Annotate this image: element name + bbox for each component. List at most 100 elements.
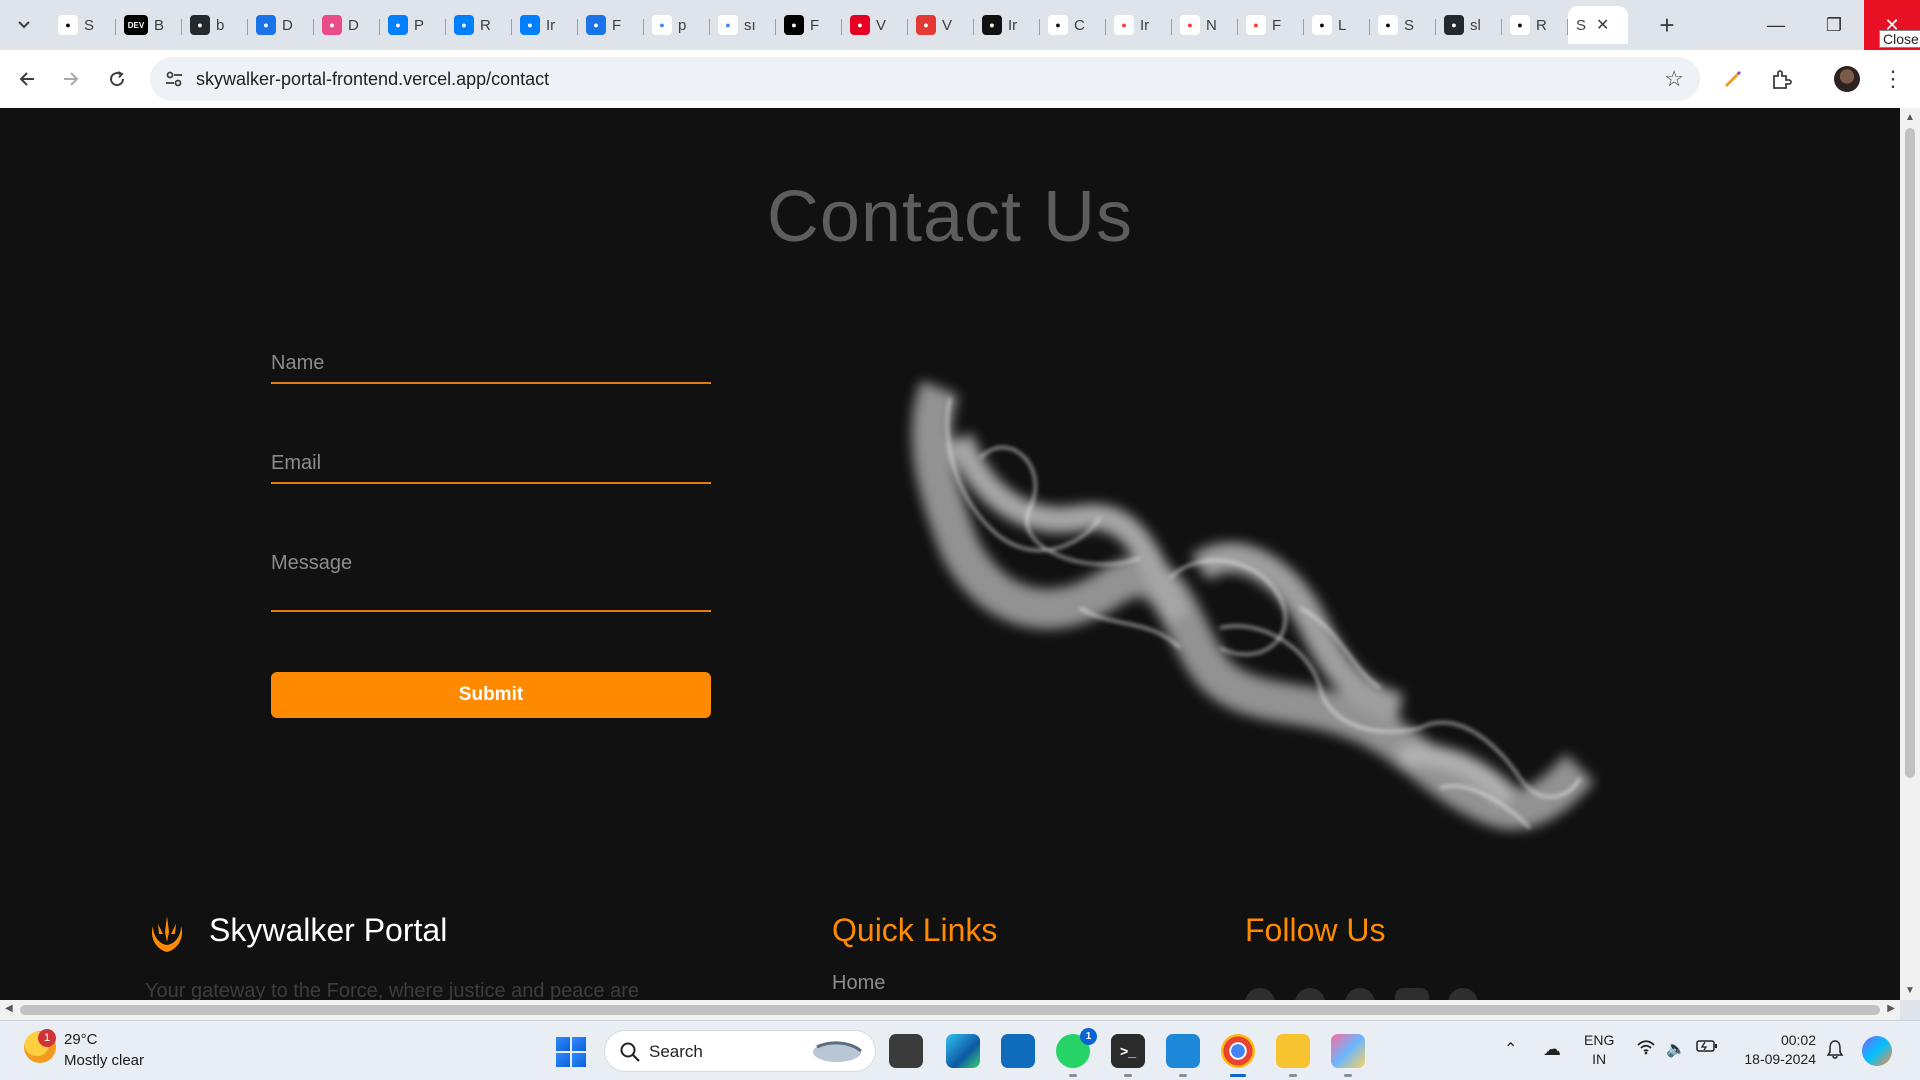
wifi-icon[interactable]: [1636, 1039, 1656, 1060]
browser-tab[interactable]: ● F: [578, 6, 644, 44]
browser-tab[interactable]: ● sı: [710, 6, 776, 44]
reload-button[interactable]: [102, 64, 132, 94]
bookmark-star-icon[interactable]: ☆: [1664, 66, 1684, 92]
tab-title: p: [678, 16, 687, 34]
mui-icon: ●: [388, 15, 408, 35]
show-hidden-icons-chevron-icon[interactable]: ⌃: [1504, 1039, 1517, 1059]
tab-title: b: [216, 16, 225, 34]
weather-temperature[interactable]: 29°C: [64, 1031, 98, 1048]
copilot-icon[interactable]: [1862, 1036, 1892, 1066]
browser-menu-kebab-icon[interactable]: ⋮: [1880, 66, 1906, 92]
g-icon: ●: [916, 15, 936, 35]
site-info-icon[interactable]: [164, 69, 184, 89]
active-browser-tab[interactable]: S ✕: [1568, 6, 1628, 44]
task-view-icon[interactable]: [889, 1034, 923, 1068]
start-windows-icon[interactable]: [556, 1037, 586, 1067]
url-text[interactable]: skywalker-portal-frontend.vercel.app/con…: [196, 69, 549, 90]
browser-tab[interactable]: ● N: [1172, 6, 1238, 44]
edge-icon[interactable]: [946, 1034, 980, 1068]
quick-link-home[interactable]: Home: [832, 972, 885, 995]
instagram-icon[interactable]: [1345, 988, 1375, 1000]
browser-tab[interactable]: ● Ir: [1106, 6, 1172, 44]
browser-tab[interactable]: ● R: [446, 6, 512, 44]
google-icon: ●: [718, 15, 738, 35]
dev-icon: DEV: [124, 15, 148, 35]
browser-tab[interactable]: ● S: [50, 6, 116, 44]
extensions-puzzle-icon[interactable]: [1768, 66, 1794, 92]
browser-tab[interactable]: ● F: [1238, 6, 1304, 44]
microsoft-store-icon[interactable]: [1001, 1034, 1035, 1068]
page-viewport: Contact Us Name Email Message Submit Sky…: [0, 108, 1900, 1000]
address-bar[interactable]: skywalker-portal-frontend.vercel.app/con…: [150, 57, 1700, 101]
email-placeholder: Email: [271, 452, 322, 474]
browser-tab[interactable]: ● F: [776, 6, 842, 44]
browser-tab[interactable]: ● p: [644, 6, 710, 44]
terminal-icon[interactable]: >_: [1111, 1034, 1145, 1077]
vertical-scroll-thumb[interactable]: [1905, 128, 1915, 778]
notification-bell-icon[interactable]: [1826, 1039, 1844, 1064]
email-field[interactable]: Email: [271, 448, 711, 484]
tab-title: sı: [744, 16, 756, 34]
forward-button[interactable]: [56, 64, 86, 94]
taskbar-search-label: Search: [649, 1042, 703, 1061]
new-tab-button[interactable]: +: [1652, 10, 1682, 40]
x-icon[interactable]: [1295, 988, 1325, 1000]
lucide-icon: ●: [1312, 15, 1332, 35]
vscode-icon[interactable]: [1166, 1034, 1200, 1077]
dribbble-icon: ●: [322, 15, 342, 35]
submit-button[interactable]: Submit: [271, 672, 711, 718]
youtube-icon[interactable]: [1395, 988, 1429, 1000]
openai-icon: ●: [982, 15, 1002, 35]
browser-tab[interactable]: ● C: [1040, 6, 1106, 44]
browser-tab[interactable]: ● V: [842, 6, 908, 44]
volume-icon[interactable]: 🔈: [1666, 1039, 1686, 1059]
tab-title: S: [1576, 16, 1587, 34]
browser-tab[interactable]: ● S: [1370, 6, 1436, 44]
browser-tab[interactable]: ● Ir: [512, 6, 578, 44]
weather-description[interactable]: Mostly clear: [64, 1052, 144, 1069]
pen-extension-icon[interactable]: [1720, 66, 1746, 92]
horizontal-scroll-thumb[interactable]: [20, 1005, 1880, 1015]
browser-tab[interactable]: ● D: [248, 6, 314, 44]
tab-title: Ir: [546, 16, 556, 34]
chrome-icon[interactable]: [1221, 1034, 1255, 1077]
browser-tab[interactable]: ● Ir: [974, 6, 1040, 44]
browser-tab[interactable]: ● P: [380, 6, 446, 44]
browser-tab[interactable]: ● V: [908, 6, 974, 44]
browser-tab[interactable]: ● L: [1304, 6, 1370, 44]
browser-tab[interactable]: ● sl: [1436, 6, 1502, 44]
ycombinator-icon: ●: [58, 15, 78, 35]
tab-title: Ir: [1140, 16, 1150, 34]
tab-title: F: [810, 16, 820, 34]
taskbar-search[interactable]: Search: [604, 1030, 876, 1072]
tab-title: R: [1536, 16, 1547, 34]
browser-tab[interactable]: ● b: [182, 6, 248, 44]
facebook-icon[interactable]: [1245, 988, 1275, 1000]
file-explorer-icon[interactable]: [1276, 1034, 1310, 1077]
minimize-button[interactable]: —: [1748, 0, 1804, 50]
tab-title: D: [348, 16, 359, 34]
horizontal-scrollbar[interactable]: ◀ ▶: [0, 1000, 1900, 1020]
back-button[interactable]: [12, 64, 42, 94]
browser-tab[interactable]: DEV B: [116, 6, 182, 44]
message-field[interactable]: Message: [271, 548, 711, 612]
name-field[interactable]: Name: [271, 348, 711, 384]
browser-tab[interactable]: ● D: [314, 6, 380, 44]
clock[interactable]: 00:02 18-09-2024: [1730, 1031, 1816, 1069]
battery-icon[interactable]: [1696, 1039, 1718, 1058]
input-language[interactable]: ENG IN: [1584, 1031, 1614, 1069]
browser-tab[interactable]: ● R: [1502, 6, 1568, 44]
tab-close-icon[interactable]: ✕: [1596, 15, 1609, 35]
name-placeholder: Name: [271, 352, 325, 374]
whatsapp-icon[interactable]: 1: [1056, 1028, 1097, 1077]
restore-button[interactable]: ❐: [1806, 0, 1862, 50]
profile-avatar[interactable]: [1834, 66, 1860, 92]
github-icon: ●: [190, 15, 210, 35]
tab-title: P: [414, 16, 425, 34]
paint-app-icon[interactable]: [1331, 1034, 1365, 1077]
vertical-scrollbar[interactable]: ▲ ▼: [1900, 108, 1920, 1000]
onedrive-cloud-icon[interactable]: ☁: [1543, 1039, 1561, 1060]
tab-search-button[interactable]: [10, 12, 38, 38]
tab-title: V: [942, 16, 953, 34]
pinterest-icon[interactable]: [1448, 988, 1478, 1000]
